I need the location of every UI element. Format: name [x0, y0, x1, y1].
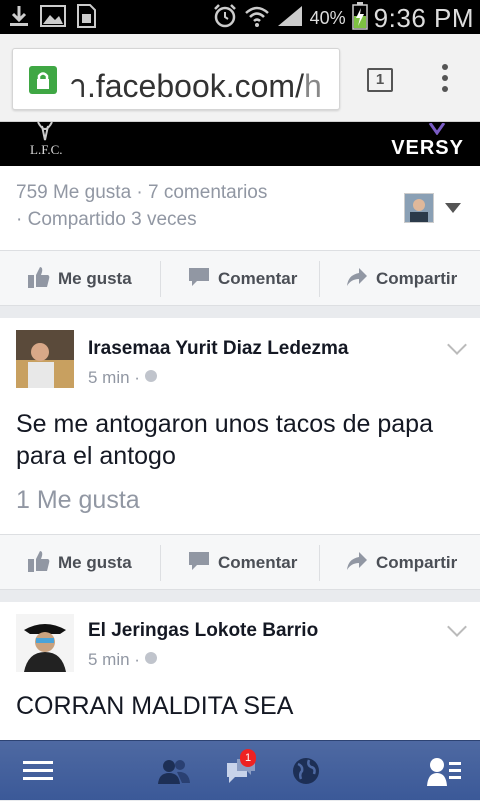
post-like-count[interactable]: 1 Me gusta [16, 486, 140, 515]
overflow-menu-icon[interactable] [438, 64, 452, 98]
clock: 9:36 PM [373, 3, 474, 33]
audience-dropdown-icon[interactable] [445, 203, 461, 213]
post-actions-bar: Me gusta Comentar Compartir [0, 534, 480, 590]
post-timestamp[interactable]: 5 min · [88, 368, 158, 388]
post-actions-bar: Me gusta Comentar Compartir [0, 250, 480, 306]
share-arrow-icon [346, 267, 368, 292]
shares-count: · Compartido 3 veces [16, 209, 197, 230]
post-time: 5 min · [88, 650, 140, 669]
comment-button[interactable]: Comentar [188, 535, 297, 591]
author-avatar[interactable] [16, 614, 74, 672]
post-text: CORRAN MALDITA SEA [16, 692, 294, 720]
comment-icon [188, 267, 210, 292]
status-bar: 40% 9:36 PM [0, 0, 480, 34]
comment-icon [188, 551, 210, 576]
post-options-chevron-icon[interactable] [447, 617, 467, 637]
viewer-avatar[interactable] [404, 193, 434, 223]
url-bar[interactable]: า.facebook.com/h [12, 48, 340, 110]
post-timestamp[interactable]: 5 min · [88, 650, 158, 670]
author-name[interactable]: Irasemaa Yurit Diaz Ledezma [88, 338, 349, 360]
battery-charging-icon [351, 2, 368, 35]
post-time: 5 min · [88, 368, 140, 387]
feed-post: Irasemaa Yurit Diaz Ledezma 5 min · Se m… [0, 318, 480, 534]
comment-label: Comentar [218, 269, 298, 288]
feed-post: El Jeringas Lokote Barrio 5 min · CORRAN… [0, 602, 480, 740]
thumbs-up-icon [28, 550, 50, 577]
likes-comments-count: 759 Me gusta · 7 comentarios [16, 182, 268, 203]
secure-lock-icon [29, 66, 57, 94]
feed-separator [0, 306, 480, 318]
author-name[interactable]: El Jeringas Lokote Barrio [88, 620, 318, 642]
lfc-logo-text: L.F.C. [30, 142, 63, 157]
post-text: Se me antogaron unos tacos de papa para … [16, 410, 433, 470]
messages-badge: 1 [240, 749, 256, 767]
url-domain: .facebook.com/ [86, 68, 304, 104]
share-label: Compartir [376, 269, 458, 288]
like-label: Me gusta [58, 269, 132, 288]
share-button[interactable]: Compartir [346, 251, 457, 307]
alarm-icon [212, 3, 238, 34]
wifi-icon [244, 4, 270, 33]
feed-separator [0, 590, 480, 602]
bottom-navigation-bar: 1 [0, 740, 480, 800]
share-arrow-icon [346, 551, 368, 576]
globe-icon [144, 368, 158, 388]
friend-requests-icon[interactable] [148, 741, 200, 801]
url-text: า.facebook.com/h [69, 61, 322, 109]
notifications-globe-icon[interactable] [280, 741, 332, 801]
sim-icon [76, 4, 96, 33]
signal-icon [276, 4, 304, 33]
browser-toolbar: า.facebook.com/h 1 [0, 34, 480, 122]
like-button[interactable]: Me gusta [28, 535, 132, 591]
globe-icon [144, 650, 158, 670]
post-options-chevron-icon[interactable] [447, 335, 467, 355]
profile-contacts-icon[interactable] [418, 741, 470, 801]
post-stats-card: 759 Me gusta · 7 comentarios · Compartid… [0, 166, 480, 250]
comment-button[interactable]: Comentar [188, 251, 297, 307]
thumbs-up-icon [28, 266, 50, 293]
url-path: h [303, 68, 322, 104]
author-avatar[interactable] [16, 330, 74, 388]
share-label: Compartir [376, 553, 458, 572]
comment-label: Comentar [218, 553, 298, 572]
shared-image-strip[interactable]: L.F.C. VERSY [0, 121, 480, 166]
reaction-summary[interactable]: 759 Me gusta · 7 comentarios · Compartid… [16, 179, 267, 233]
messages-icon[interactable]: 1 [214, 741, 266, 801]
tab-switcher-button[interactable]: 1 [367, 68, 393, 92]
battery-percent: 40% [309, 8, 346, 28]
url-prefix: า [69, 68, 87, 104]
versy-logo-text: VERSY [391, 137, 464, 159]
menu-icon[interactable] [12, 741, 64, 801]
like-button[interactable]: Me gusta [28, 251, 132, 307]
like-label: Me gusta [58, 553, 132, 572]
download-icon [8, 4, 30, 33]
share-button[interactable]: Compartir [346, 535, 457, 591]
gallery-icon [40, 5, 66, 32]
